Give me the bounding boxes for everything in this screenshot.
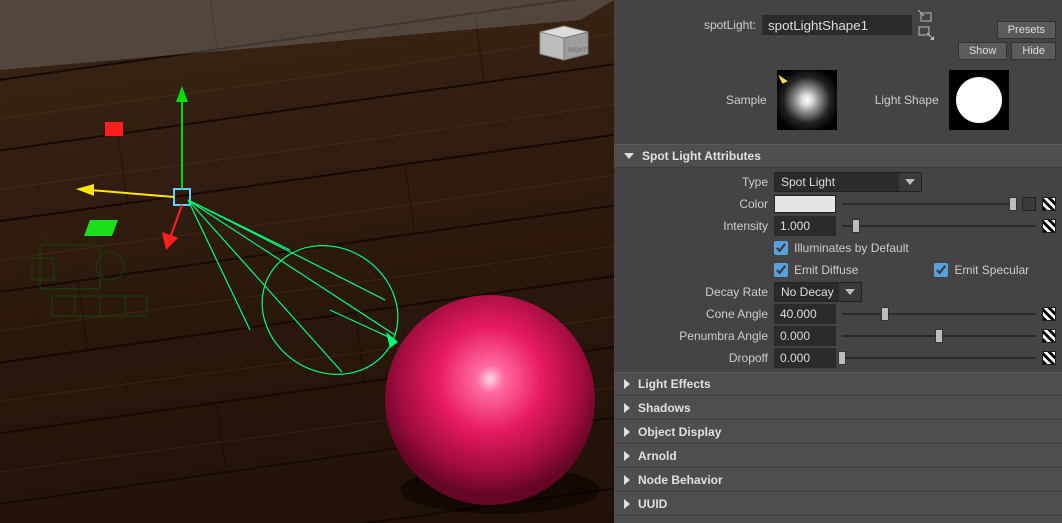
color-swatch[interactable]: [774, 195, 836, 213]
light-shape-label: Light Shape: [875, 93, 939, 107]
section-label: Arnold: [638, 449, 677, 463]
sample-swatch[interactable]: [777, 70, 837, 130]
cone-angle-slider[interactable]: [842, 307, 1036, 321]
emit-diffuse-label[interactable]: Emit Diffuse: [794, 263, 858, 277]
svg-text:RIGHT: RIGHT: [568, 48, 587, 54]
light-shape-swatch[interactable]: [949, 70, 1009, 130]
section-light-effects[interactable]: Light Effects: [614, 372, 1062, 396]
color-label: Color: [620, 197, 768, 211]
cone-angle-label: Cone Angle: [620, 307, 768, 321]
section-uuid[interactable]: UUID: [614, 492, 1062, 516]
section-label: Light Effects: [638, 377, 711, 391]
intensity-label: Intensity: [620, 219, 768, 233]
section-spot-light-attributes[interactable]: Spot Light Attributes: [614, 144, 1062, 168]
color-map-icon[interactable]: [1042, 197, 1056, 211]
cone-angle-map-icon[interactable]: [1042, 307, 1056, 321]
type-select[interactable]: Spot Light: [774, 172, 922, 192]
chevron-right-icon: [624, 499, 630, 509]
decay-select[interactable]: No Decay: [774, 282, 862, 302]
section-label: Object Display: [638, 425, 721, 439]
emit-specular-checkbox[interactable]: [934, 263, 948, 277]
section-shadows[interactable]: Shadows: [614, 396, 1062, 420]
penumbra-slider[interactable]: [842, 329, 1036, 343]
sphere: [385, 295, 595, 505]
dropoff-label: Dropoff: [620, 351, 768, 365]
illuminates-default-label[interactable]: Illuminates by Default: [794, 241, 909, 255]
section-label: Shadows: [638, 401, 691, 415]
color-key-icon[interactable]: [1022, 197, 1036, 211]
color-slider[interactable]: [842, 197, 1016, 211]
intensity-input[interactable]: [774, 216, 836, 236]
show-button[interactable]: Show: [958, 42, 1008, 60]
decay-label: Decay Rate: [620, 285, 768, 299]
hide-button[interactable]: Hide: [1011, 42, 1056, 60]
helper-cube: RIGHT: [540, 26, 588, 60]
chevron-right-icon: [624, 451, 630, 461]
select-out-icon[interactable]: [918, 26, 934, 40]
object-name-field[interactable]: [762, 15, 912, 35]
chevron-right-icon: [624, 379, 630, 389]
penumbra-map-icon[interactable]: [1042, 329, 1056, 343]
intensity-map-icon[interactable]: [1042, 219, 1056, 233]
section-arnold[interactable]: Arnold: [614, 444, 1062, 468]
pointer-arrow-icon: [778, 72, 788, 84]
sample-label: Sample: [726, 93, 767, 107]
type-label: Type: [620, 175, 768, 189]
emit-specular-label[interactable]: Emit Specular: [954, 263, 1029, 277]
intensity-slider[interactable]: [842, 219, 1036, 233]
section-object-display[interactable]: Object Display: [614, 420, 1062, 444]
viewport[interactable]: RIGHT: [0, 0, 614, 523]
object-label: spotLight:: [616, 18, 756, 32]
chevron-right-icon: [624, 403, 630, 413]
section-label: Node Behavior: [638, 473, 723, 487]
section-label: UUID: [638, 497, 667, 511]
dropoff-map-icon[interactable]: [1042, 351, 1056, 365]
section-node-behavior[interactable]: Node Behavior: [614, 468, 1062, 492]
chevron-down-icon: [624, 153, 634, 159]
chevron-right-icon: [624, 475, 630, 485]
chevron-right-icon: [624, 427, 630, 437]
dropoff-input[interactable]: [774, 348, 836, 368]
illuminates-default-checkbox[interactable]: [774, 241, 788, 255]
presets-button[interactable]: Presets: [997, 21, 1056, 39]
emit-diffuse-checkbox[interactable]: [774, 263, 788, 277]
dropoff-slider[interactable]: [842, 351, 1036, 365]
section-extra-attributes[interactable]: Extra Attributes: [614, 516, 1062, 523]
cone-angle-input[interactable]: [774, 304, 836, 324]
penumbra-input[interactable]: [774, 326, 836, 346]
penumbra-label: Penumbra Angle: [620, 329, 768, 343]
attribute-editor: spotLight: Focus Presets Show Hide Sampl…: [614, 0, 1062, 523]
select-in-icon[interactable]: [918, 10, 934, 24]
